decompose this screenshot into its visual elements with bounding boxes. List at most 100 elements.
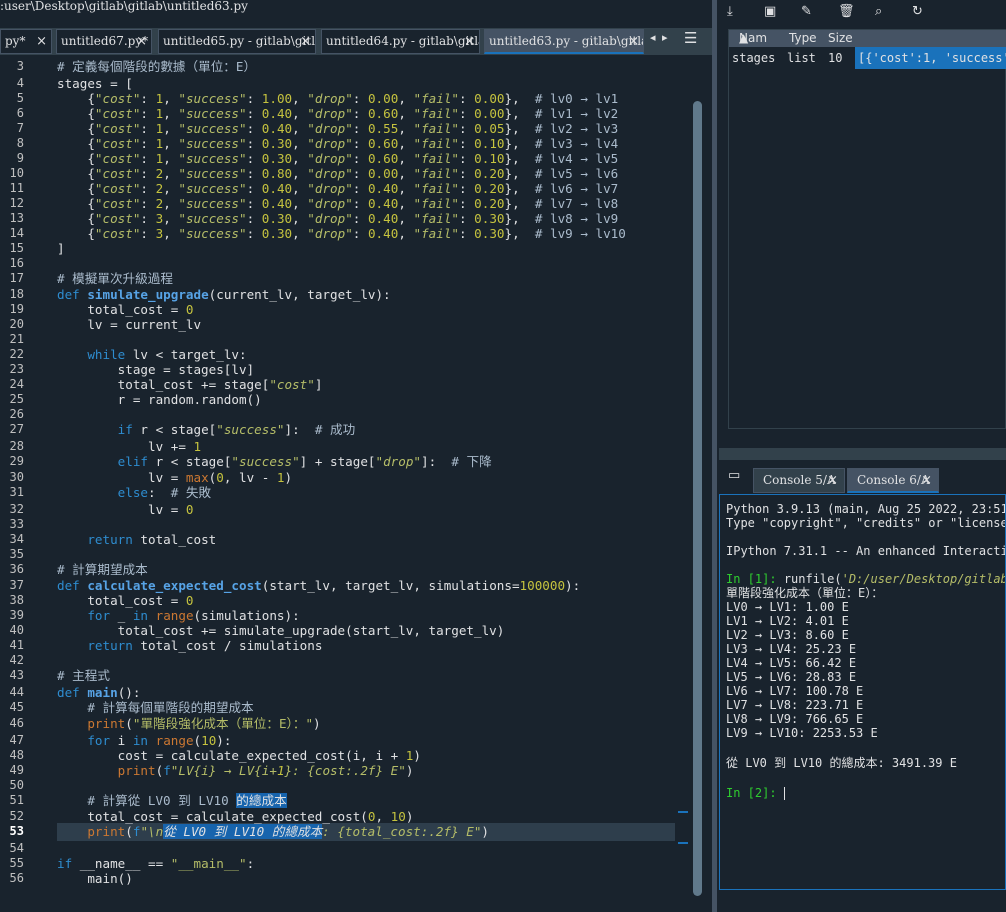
code-line[interactable]: {"cost": 1, "success": 0.40, "drop": 0.5… — [57, 121, 618, 136]
code-line[interactable]: for _ in range(simulations): — [57, 608, 299, 623]
code-line[interactable]: r = random.random() — [57, 392, 262, 407]
console-result-line: LV7 → LV8: 223.71 E — [726, 698, 864, 712]
close-icon[interactable]: × — [921, 469, 932, 492]
tab-scroll-left-icon[interactable]: ◂ — [650, 31, 656, 44]
code-line[interactable]: for i in range(10): — [57, 733, 231, 748]
code-line[interactable]: {"cost": 1, "success": 0.40, "drop": 0.6… — [57, 106, 618, 121]
tab-label: py* — [5, 34, 26, 48]
close-icon[interactable]: × — [827, 469, 838, 492]
save-data-icon[interactable]: ▣ — [764, 4, 776, 19]
console-tab[interactable]: Console 5/A × — [753, 468, 845, 493]
code-line[interactable]: # 定義每個階段的數據（單位：E） — [57, 59, 256, 74]
table-header: Nam ▲ Type Size — [729, 30, 1006, 47]
search-icon[interactable]: ⌕ — [875, 4, 882, 19]
close-icon[interactable]: × — [628, 30, 639, 52]
code-line[interactable]: {"cost": 1, "success": 0.30, "drop": 0.6… — [57, 136, 618, 151]
column-header-size[interactable]: Size — [828, 30, 853, 47]
code-line[interactable]: return total_cost — [57, 532, 216, 547]
code-line[interactable]: {"cost": 1, "success": 0.30, "drop": 0.6… — [57, 151, 618, 166]
code-line[interactable]: cost = calculate_expected_cost(i, i + 1) — [57, 748, 421, 763]
code-line[interactable]: lv = max(0, lv - 1) — [57, 470, 292, 485]
line-number: 52 — [9, 809, 24, 823]
code-line[interactable]: total_cost += stage["cost"] — [57, 377, 323, 392]
pane-splitter[interactable] — [712, 0, 717, 912]
code-line[interactable]: {"cost": 2, "success": 0.40, "drop": 0.4… — [57, 181, 618, 196]
code-line[interactable]: return total_cost / simulations — [57, 638, 322, 653]
code-line[interactable]: {"cost": 3, "success": 0.30, "drop": 0.4… — [57, 211, 618, 226]
editor-tab[interactable]: untitled64.py - gitlab\gitlab × — [321, 29, 480, 54]
code-line[interactable]: lv = 0 — [57, 502, 194, 517]
horizontal-splitter[interactable] — [719, 448, 1006, 460]
editor-scrollbar-thumb[interactable] — [693, 101, 702, 896]
line-number: 43 — [9, 668, 24, 682]
close-icon[interactable]: × — [36, 30, 47, 53]
code-line[interactable]: total_cost = 0 — [57, 302, 193, 317]
line-number: 26 — [9, 407, 24, 421]
code-editor[interactable]: 3 4 5 6 7 8 9 10 11 12 13 14 15 16 17 18 19 20 21 22 23 24 25 2… — [0, 56, 712, 912]
refresh-icon[interactable]: ↻ — [912, 4, 923, 19]
code-line[interactable]: # 計算從 LV0 到 LV10 的總成本 — [57, 792, 287, 808]
code-line[interactable]: print("單階段強化成本（單位：E）：") — [57, 716, 320, 731]
code-line[interactable]: while lv < target_lv: — [57, 347, 246, 362]
code-line[interactable]: {"cost": 1, "success": 1.00, "drop": 0.0… — [57, 91, 618, 106]
close-icon[interactable]: × — [300, 30, 311, 53]
code-line[interactable]: print(f"LV{i} → LV{i+1}: {cost:.2f} E") — [57, 763, 414, 778]
tab-label: untitled67.py* — [61, 34, 149, 48]
code-line[interactable]: total_cost = 0 — [57, 593, 193, 608]
code-line[interactable]: total_cost += simulate_upgrade(start_lv,… — [57, 623, 505, 638]
line-number: 34 — [9, 531, 24, 546]
code-line[interactable]: # 主程式 — [57, 668, 110, 683]
code-line[interactable]: if __name__ == "__main__": — [57, 856, 254, 871]
line-number: 21 — [9, 332, 24, 346]
code-line[interactable]: {"cost": 2, "success": 0.40, "drop": 0.4… — [57, 196, 618, 211]
code-line[interactable]: stage = stages[lv] — [57, 362, 254, 377]
tab-scroll-right-icon[interactable]: ▸ — [662, 31, 668, 44]
code-line[interactable]: # 計算每個單階段的期望成本 — [57, 700, 253, 715]
variable-size: 10 — [828, 51, 843, 65]
column-header-type[interactable]: Type — [789, 30, 817, 47]
code-line[interactable]: {"cost": 3, "success": 0.30, "drop": 0.4… — [57, 226, 626, 241]
line-number: 39 — [9, 608, 24, 622]
occurrence-marker — [678, 811, 688, 813]
code-line[interactable]: total_cost = calculate_expected_cost(0, … — [57, 809, 413, 824]
close-icon[interactable]: × — [464, 30, 475, 53]
sort-ascending-icon: ▲ — [739, 31, 749, 45]
console-prompt-line[interactable]: In [2]: — [726, 786, 785, 800]
close-icon[interactable]: × — [136, 30, 147, 53]
table-row[interactable]: stages list 10 [{'cost':1, 'success' — [729, 47, 1006, 69]
line-number: 25 — [9, 392, 24, 406]
code-line[interactable]: # 模擬單次升級過程 — [57, 271, 173, 286]
code-line[interactable]: def simulate_upgrade(current_lv, target_… — [57, 287, 391, 302]
save-as-icon[interactable]: ✎ — [801, 4, 812, 19]
code-line[interactable]: stages = [ — [57, 76, 133, 91]
line-number: 54 — [9, 840, 24, 855]
code-line[interactable]: # 計算期望成本 — [57, 562, 148, 577]
code-line[interactable]: def main(): — [57, 685, 140, 700]
editor-tab[interactable]: untitled67.py* × — [56, 29, 152, 54]
import-data-icon[interactable]: ⤓ — [727, 4, 733, 19]
line-number: 33 — [9, 516, 24, 531]
code-line[interactable]: {"cost": 2, "success": 0.80, "drop": 0.0… — [57, 166, 618, 181]
code-line[interactable]: print(f"\n從 LV0 到 LV10 的總成本: {total_cost… — [57, 824, 489, 839]
code-line[interactable]: else: # 失敗 — [57, 485, 211, 500]
text-cursor — [783, 787, 785, 800]
options-icon[interactable]: ▭ — [728, 468, 740, 483]
console-result-line: LV0 → LV1: 1.00 E — [726, 600, 849, 614]
editor-tab[interactable]: py* × — [0, 29, 52, 54]
code-line[interactable]: def calculate_expected_cost(start_lv, ta… — [57, 578, 580, 593]
code-line[interactable]: ] — [57, 241, 65, 256]
hamburger-menu-icon[interactable]: ☰ — [684, 29, 697, 47]
code-line[interactable]: main() — [57, 871, 133, 886]
console-tab-active[interactable]: Console 6/A × — [847, 468, 939, 493]
code-line[interactable]: lv += 1 — [57, 439, 201, 454]
editor-tab[interactable]: untitled65.py - gitlab\gitlab × — [158, 29, 316, 54]
ipython-console[interactable]: Python 3.9.13 (main, Aug 25 2022, 23:51:… — [719, 494, 1006, 890]
console-result-line: LV9 → LV10: 2253.53 E — [726, 726, 878, 740]
editor-tab-active[interactable]: untitled63.py - gitlab\gitlab × — [484, 29, 644, 54]
code-line[interactable]: lv = current_lv — [57, 317, 201, 332]
console-input-line: In [1]: runfile('D:/user/Desktop/gitlab/ — [726, 572, 1005, 586]
code-line[interactable]: elif r < stage["success"] + stage["drop"… — [57, 454, 492, 469]
code-line[interactable]: if r < stage["success"]: # 成功 — [57, 422, 356, 437]
line-number: 48 — [9, 747, 24, 762]
remove-all-icon[interactable]: 🗑 — [838, 4, 855, 19]
